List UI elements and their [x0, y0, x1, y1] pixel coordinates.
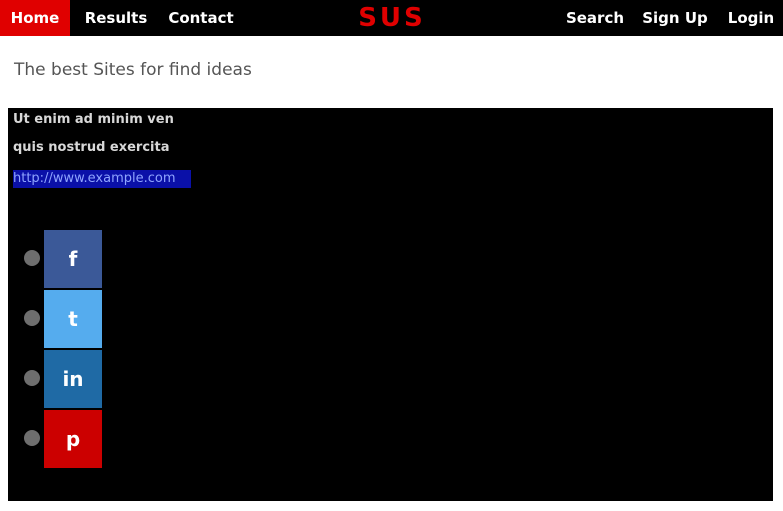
pinterest-icon: p: [65, 427, 81, 451]
facebook-share-button[interactable]: f: [44, 230, 102, 288]
panel-link[interactable]: http://www.example.com: [13, 170, 191, 188]
twitter-icon: t: [68, 307, 78, 331]
twitter-share-button[interactable]: t: [44, 290, 102, 348]
top-navigation-bar: Home Results Contact SUS Search Sign Up …: [0, 0, 783, 36]
linkedin-icon: in: [62, 367, 84, 391]
page-tagline: The best Sites for find ideas: [14, 60, 252, 80]
panel-text-line-1: Ut enim ad minim ven: [13, 112, 174, 127]
brand-logo[interactable]: SUS: [342, 0, 442, 36]
radio-button[interactable]: [24, 430, 40, 446]
nav-link-home[interactable]: Home: [0, 0, 70, 36]
pinterest-share-button[interactable]: p: [44, 410, 102, 468]
nav-link-results[interactable]: Results: [76, 0, 156, 36]
linkedin-share-button[interactable]: in: [44, 350, 102, 408]
panel-text-line-2: quis nostrud exercita: [13, 140, 170, 155]
radio-button[interactable]: [24, 310, 40, 326]
subheader: The best Sites for find ideas: [0, 36, 783, 108]
content-panel: Ut enim ad minim ven quis nostrud exerci…: [8, 108, 773, 501]
facebook-icon: f: [68, 247, 78, 271]
radio-button[interactable]: [24, 370, 40, 386]
nav-link-login[interactable]: Login: [720, 0, 782, 36]
nav-link-contact[interactable]: Contact: [164, 0, 238, 36]
radio-button[interactable]: [24, 250, 40, 266]
nav-link-search[interactable]: Search: [560, 0, 630, 36]
nav-link-signup[interactable]: Sign Up: [638, 0, 712, 36]
